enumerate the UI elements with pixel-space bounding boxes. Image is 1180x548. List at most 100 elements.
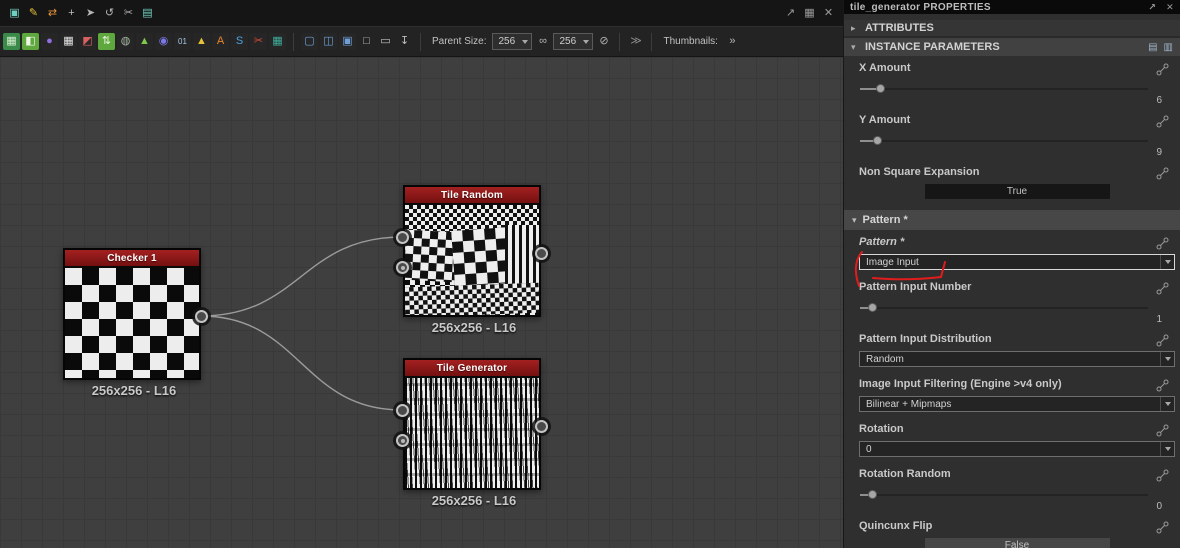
function-graph-icon[interactable] xyxy=(1156,521,1169,534)
function-graph-icon[interactable] xyxy=(1156,115,1169,128)
output-port[interactable] xyxy=(535,420,548,433)
node-tile-random-title[interactable]: Tile Random xyxy=(405,187,539,205)
node-tile-generator-thumbnail[interactable] xyxy=(405,378,539,488)
slider-track[interactable] xyxy=(860,490,1148,499)
slider-handle[interactable] xyxy=(867,490,877,499)
y-amount-slider[interactable] xyxy=(860,136,1148,145)
node-checker[interactable]: Checker 1 256x256 - L16 xyxy=(63,248,208,398)
grid-view-icon[interactable]: ▦ xyxy=(801,5,818,22)
double-arrow-icon[interactable]: ≫ xyxy=(627,33,644,50)
monitor-icon[interactable]: ▣ xyxy=(6,5,23,22)
text-node-icon[interactable]: A xyxy=(212,33,229,50)
shape-icon[interactable]: ● xyxy=(41,33,58,50)
tile-sampler-icon[interactable]: ▦ xyxy=(3,33,20,50)
transform-tool-icon[interactable]: + xyxy=(63,5,80,22)
cut-tool-icon[interactable]: ✂ xyxy=(120,5,137,22)
function-graph-icon[interactable] xyxy=(1156,63,1169,76)
node-checker-caption: 256x256 - L16 xyxy=(91,383,177,398)
slider-track[interactable] xyxy=(860,84,1148,93)
node-tile-generator-title[interactable]: Tile Generator xyxy=(405,360,539,378)
color-picker-icon[interactable]: ◩ xyxy=(79,33,96,50)
frame-select-icon[interactable]: ▢ xyxy=(301,33,318,50)
undock-panel-icon[interactable]: ↗ xyxy=(1148,2,1156,13)
slider-handle[interactable] xyxy=(873,136,883,145)
section-instance-parameters[interactable]: ▾ INSTANCE PARAMETERS ▤ ▥ xyxy=(844,38,1180,56)
blur-node-icon[interactable]: ◍ xyxy=(117,33,134,50)
dual-view-icon[interactable]: ◫ xyxy=(320,33,337,50)
function-graph-icon[interactable] xyxy=(1156,379,1169,392)
x-amount-slider[interactable] xyxy=(860,84,1148,93)
node-checker-title[interactable]: Checker 1 xyxy=(65,250,199,268)
close-panel-icon[interactable]: ✕ xyxy=(1166,2,1174,13)
swap-arrows-icon[interactable]: ⇄ xyxy=(44,5,61,22)
output-port[interactable] xyxy=(535,247,548,260)
curve-node-icon[interactable]: S xyxy=(231,33,248,50)
save-preset-icon[interactable]: ▤ xyxy=(1148,42,1157,53)
node-tile-generator[interactable]: Tile Generator 256x256 - L16 xyxy=(396,358,548,508)
slider-handle[interactable] xyxy=(876,84,886,93)
slider-track[interactable] xyxy=(860,303,1148,312)
function-graph-icon[interactable] xyxy=(1156,237,1169,250)
quincunx-flip-toggle[interactable]: False xyxy=(924,538,1110,548)
node-tile-random-thumbnail[interactable] xyxy=(405,205,539,315)
pin-icon[interactable]: ↧ xyxy=(396,33,413,50)
input-port-pattern[interactable] xyxy=(396,434,409,447)
rotation-dropdown[interactable]: 0 xyxy=(859,441,1175,457)
normal-node-icon[interactable]: ◉ xyxy=(155,33,172,50)
levels-node-icon[interactable]: 01 xyxy=(174,33,191,50)
input-port[interactable] xyxy=(396,231,409,244)
chevron-down-icon: ▾ xyxy=(851,41,856,52)
pattern-detail xyxy=(505,225,539,289)
paint-tool-icon[interactable]: ✎ xyxy=(25,5,42,22)
output-port[interactable] xyxy=(195,310,208,323)
input-port[interactable] xyxy=(396,404,409,417)
image-icon[interactable]: ▭ xyxy=(377,33,394,50)
transform-node-icon[interactable]: ⇅ xyxy=(98,33,115,50)
group-pattern[interactable]: ▾ Pattern * xyxy=(844,210,1180,230)
link-sizes-icon[interactable]: ∞ xyxy=(534,33,551,50)
image-input-filtering-dropdown[interactable]: Bilinear + Mipmaps xyxy=(859,396,1175,412)
blend-node-icon[interactable]: ▦ xyxy=(269,33,286,50)
secondary-size-combo[interactable]: 256 xyxy=(553,33,594,50)
package-icon[interactable]: ▤ xyxy=(139,5,156,22)
input-port-pattern[interactable] xyxy=(396,261,409,274)
section-attributes[interactable]: ▸ ATTRIBUTES xyxy=(844,20,1180,38)
region-select-icon[interactable]: ▣ xyxy=(339,33,356,50)
gradient-map-icon[interactable]: ◧ xyxy=(22,33,39,50)
thumbnails-overflow-icon[interactable]: » xyxy=(724,33,741,50)
rotation-random-slider[interactable] xyxy=(860,490,1148,499)
undock-view-icon[interactable]: ↗ xyxy=(782,5,799,22)
graph-editor-pane: ▣ ✎ ⇄ + ➤ ↺ ✂ ▤ ↗ ▦ ✕ ▦ ◧ ● ▦ ◩ ⇅ ◍ ▲ ◉ 01 ▲ A S ✂ ▦ ▢ ◫ ▣ □ ▭ ↧ Pa… xyxy=(0,0,843,548)
pattern-input-distribution-dropdown[interactable]: Random xyxy=(859,351,1175,367)
rotate-tool-icon[interactable]: ↺ xyxy=(101,5,118,22)
non-square-expansion-toggle[interactable]: True xyxy=(924,184,1110,199)
cursor-tool-icon[interactable]: ➤ xyxy=(82,5,99,22)
close-view-icon[interactable]: ✕ xyxy=(820,5,837,22)
warning-node-icon[interactable]: ▲ xyxy=(193,33,210,50)
parent-size-combo[interactable]: 256 xyxy=(492,33,533,50)
grid-pattern-icon[interactable]: ▦ xyxy=(60,33,77,50)
export-parameters-icon[interactable]: ▥ xyxy=(1164,42,1173,53)
pattern-input-number-slider[interactable] xyxy=(860,303,1148,312)
function-graph-icon[interactable] xyxy=(1156,424,1169,437)
graph-canvas[interactable]: Checker 1 256x256 - L16 Tile Random 256x… xyxy=(0,57,843,548)
toolbar-main: ▣ ✎ ⇄ + ➤ ↺ ✂ ▤ ↗ ▦ ✕ xyxy=(0,0,843,26)
directional-warp-icon[interactable]: ▲ xyxy=(136,33,153,50)
node-tile-random[interactable]: Tile Random 256x256 - L16 xyxy=(396,185,548,335)
node-tile-generator-caption: 256x256 - L16 xyxy=(431,493,517,508)
function-graph-icon[interactable] xyxy=(1156,282,1169,295)
comment-icon[interactable]: □ xyxy=(358,33,375,50)
function-graph-icon[interactable] xyxy=(1156,469,1169,482)
function-graph-icon[interactable] xyxy=(1156,167,1169,180)
node-checker-thumbnail[interactable] xyxy=(65,268,199,378)
pattern-dropdown[interactable]: Image Input xyxy=(859,254,1175,270)
function-graph-icon[interactable] xyxy=(1156,334,1169,347)
slider-handle[interactable] xyxy=(867,303,877,312)
slider-track[interactable] xyxy=(860,136,1148,145)
node-tile-random-caption: 256x256 - L16 xyxy=(431,320,517,335)
chevron-down-icon: ▾ xyxy=(852,214,857,225)
splitter-node-icon[interactable]: ✂ xyxy=(250,33,267,50)
annotation-icons: □ ▭ ↧ xyxy=(358,33,413,50)
pattern-detail xyxy=(405,229,459,283)
clear-size-icon[interactable]: ⊘ xyxy=(595,33,612,50)
